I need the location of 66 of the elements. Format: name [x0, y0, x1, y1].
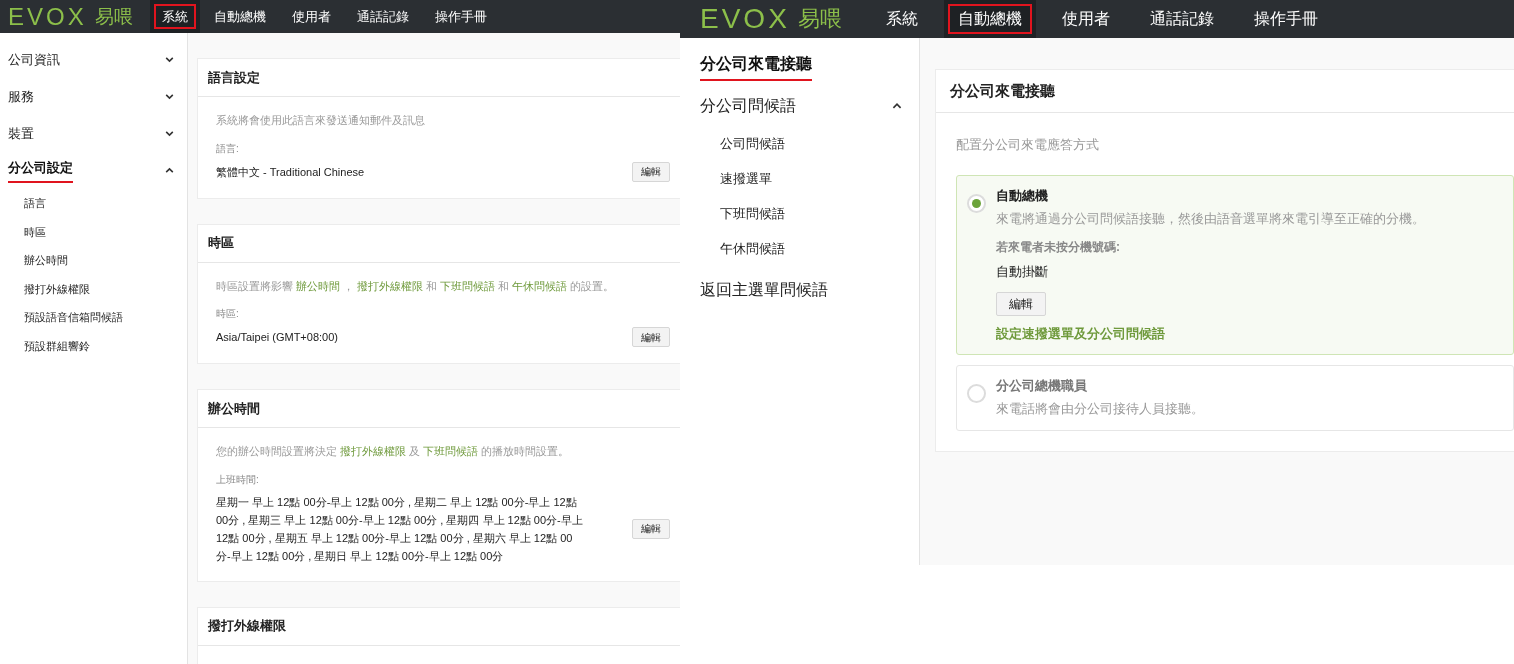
radio-button[interactable] [967, 383, 986, 403]
nav-tab[interactable]: 自動總機 [943, 0, 1036, 38]
sidebar-subitem[interactable]: 速撥選單 [720, 168, 772, 189]
logo-wordmark: EVOX [8, 4, 87, 29]
sidebar-subitem[interactable]: 午休問候語 [720, 238, 785, 259]
option-description: 來電話將會由分公司接待人員接聽。 [996, 399, 1204, 418]
edit-button[interactable]: 編輯 [996, 292, 1046, 316]
nav-tab[interactable]: 操作手冊 [1239, 0, 1332, 38]
sidebar-item[interactable]: 裝置 [8, 123, 34, 144]
sidebar-subitem[interactable]: 預設群組響鈴 [24, 337, 90, 354]
sidebar-subitem[interactable]: 語言 [24, 195, 46, 212]
sidebar-subitem[interactable]: 時區 [24, 223, 46, 240]
field-label: 時區: [216, 307, 240, 321]
sidebar-subitem[interactable]: 下班問候語 [720, 203, 785, 224]
field-label: 若來電者未按分機號碼: [996, 238, 1121, 256]
card-title: 撥打外線權限 [208, 617, 286, 636]
sidebar-subitem[interactable]: 撥打外線權限 [24, 280, 90, 297]
sidebar-subitem[interactable]: 預設語音信箱問候語 [24, 309, 123, 326]
field-value: 繁體中文 - Traditional Chinese [216, 164, 366, 180]
nav-tab[interactable]: 操作手冊 [422, 0, 499, 33]
card-title: 辦公時間 [208, 399, 260, 418]
edit-button[interactable]: 編輯 [632, 518, 670, 539]
link[interactable]: 辦公時間 [296, 279, 341, 292]
sidebar-item[interactable]: 返回主選單問候語 [700, 278, 828, 302]
sidebar-item[interactable]: 分公司問候語 [700, 94, 796, 118]
card-title: 分公司來電接聽 [950, 80, 1055, 101]
option-title: 自動總機 [996, 186, 1049, 205]
nav-tab[interactable]: 通話記錄 [1135, 0, 1228, 38]
logo-wordmark: EVOX [700, 5, 790, 33]
field-value: 星期一 早上 12點 00分-早上 12點 00分 , 星期二 早上 12點 00分-早上 12點 00分 , 星期三 早上 12點 00分-早上 12點 00分 , 星期四 早上 12點 00分-早上 12點 00分 , 星期五 早上 12點 00分-早上 12點 00分 , 星期六 早上 12點 00分-早上 12點 00分 , 星期日 早上 12點 00分-早上 12點 00分 [216, 494, 584, 564]
link[interactable]: 撥打外線權限 [340, 445, 407, 457]
nav-tab[interactable]: 使用者 [279, 0, 343, 33]
option-card[interactable]: 分公司總機職員 來電話將會由分公司接待人員接聽。 [956, 364, 1514, 431]
card-title: 時區 [208, 234, 234, 253]
nav-tab[interactable]: 通話記錄 [344, 0, 421, 33]
field-label: 語言: [216, 141, 240, 156]
edit-button[interactable]: 編輯 [632, 327, 670, 347]
sidebar-item[interactable]: 分公司來電接聽 [700, 51, 812, 81]
sidebar-subitem[interactable]: 辦公時間 [24, 252, 68, 269]
sidebar-item[interactable]: 公司資訊 [8, 49, 60, 70]
card-title: 語言設定 [208, 68, 260, 87]
link[interactable]: 下班問候語 [440, 279, 496, 292]
sidebar-item[interactable]: 分公司設定 [8, 158, 73, 183]
radio-button[interactable] [967, 193, 986, 213]
logo-text: 易喂 [797, 8, 842, 30]
nav-tab[interactable]: 系統 [871, 0, 932, 38]
field-value: 自動掛斷 [996, 262, 1049, 281]
field-label: 上班時間: [216, 472, 260, 487]
nav-tab[interactable]: 系統 [149, 0, 200, 33]
option-description: 來電將通過分公司問候語接聽，然後由語音選單將來電引導至正確的分機。 [996, 209, 1425, 228]
edit-button[interactable]: 編輯 [632, 161, 670, 182]
card-description: 您的辦公時間設置將決定 撥打外線權限 及 下班問候語 的播放時間設置。 [216, 444, 571, 459]
link[interactable]: 撥打外線權限 [357, 279, 424, 292]
card-description: 系統將會使用此語言來發送通知郵件及訊息 [216, 113, 426, 128]
link[interactable]: 午休問候語 [512, 279, 568, 292]
link[interactable]: 下班問候語 [423, 445, 479, 457]
field-value: Asia/Taipei (GMT+08:00) [216, 330, 339, 345]
option-card[interactable]: 自動總機 來電將通過分公司問候語接聽，然後由語音選單將來電引導至正確的分機。 若來電者未按分機號碼: 自動掛斷 編輯 設定速撥選單及分公司問候語 [956, 174, 1514, 355]
option-title: 分公司總機職員 [996, 376, 1088, 395]
sidebar-item[interactable]: 服務 [8, 86, 34, 107]
nav-tab[interactable]: 使用者 [1047, 0, 1124, 38]
nav-tab[interactable]: 自動總機 [201, 0, 278, 33]
card-description: 時區設置將影響 辦公時間 ， 撥打外線權限 和 下班問候語 和 午休問候語 的設置。 [216, 278, 616, 294]
sidebar-subitem[interactable]: 公司問候語 [720, 133, 785, 154]
card-description: 配置分公司來電應答方式 [956, 136, 1100, 154]
logo-text: 易喂 [94, 7, 133, 26]
